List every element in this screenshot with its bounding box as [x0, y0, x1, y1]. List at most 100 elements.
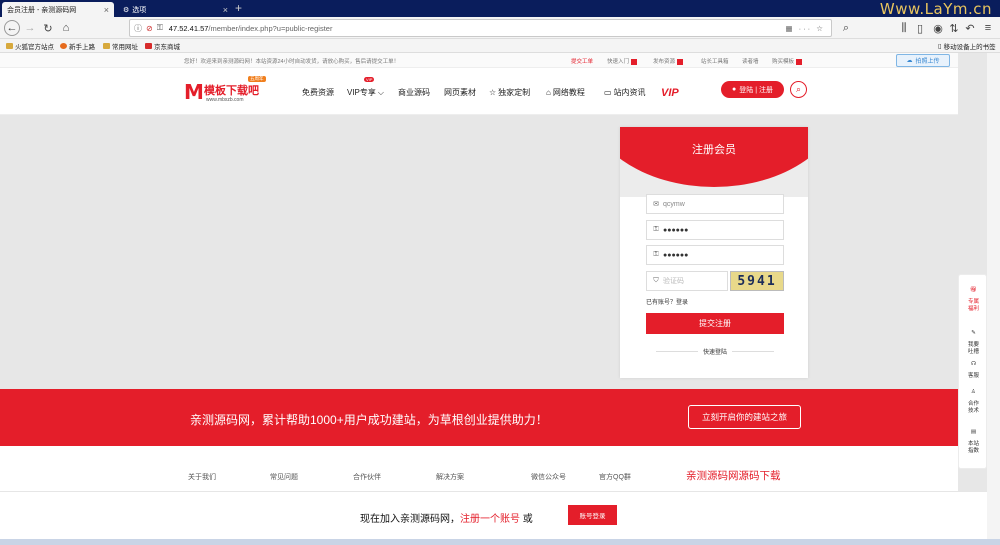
nav-free[interactable]: 免费资源 [302, 87, 334, 98]
start-building-button[interactable]: 立刻开启你的建站之旅 [688, 405, 801, 429]
browser-nav-bar: ← → ↻ ⌂ ⓘ ⊘ ⚿ 47.52.41.57 /member/index.… [0, 17, 1000, 39]
phone-icon: ▯ [938, 43, 942, 50]
bookmark-item[interactable]: 新手上路 [60, 41, 95, 51]
logo-text: 模板下载吧 [204, 85, 259, 97]
bookmark-item[interactable]: 常用网址 [103, 41, 138, 51]
footer-col[interactable]: 合作伙伴 [353, 472, 381, 482]
nav-commercial[interactable]: 商业源码 [398, 87, 430, 98]
footer-col[interactable]: 关于我们 [188, 472, 216, 482]
close-tab-icon[interactable]: × [223, 5, 228, 15]
top-link[interactable]: 发布资源 [653, 57, 684, 65]
page-actions-icon[interactable]: ▦ ··· ☆ [786, 24, 825, 33]
headset-icon: ☊ [971, 361, 976, 367]
footer-col[interactable]: 常见问题 [270, 472, 298, 482]
top-link[interactable]: 提交工单 [571, 57, 593, 65]
feedback-button[interactable]: ✎ 我要 吐槽 [959, 330, 988, 356]
home-icon[interactable]: ⌂ [58, 20, 74, 36]
info-icon[interactable]: ⓘ [134, 23, 142, 34]
star-icon: ☆ [489, 88, 497, 97]
register-card: 注册会员 ✉ qcymw ⚿ ●●●●●● ⚿ ●●●●●● ⛉ 验证码 5941 已有… [620, 127, 808, 378]
menu-icon[interactable]: ≡ [980, 20, 996, 36]
address-bar[interactable]: ⓘ ⊘ ⚿ 47.52.41.57 /member/index.php?u=pu… [129, 19, 832, 37]
forward-button[interactable]: → [22, 20, 38, 36]
main-area [0, 115, 958, 389]
extension-icon[interactable]: ⇅ [946, 20, 962, 36]
top-notice: 您好！欢迎来到亲测源码网！本站资源24小时自动发货，请放心购买，售后请提交工单！ [184, 59, 400, 65]
insecure-lock-icon[interactable]: ⊘ [146, 24, 153, 33]
permissions-icon[interactable]: ⚿ [157, 23, 163, 33]
user-icon: ● [732, 86, 737, 93]
footer-col[interactable]: 官方QQ群 [599, 472, 631, 482]
top-link[interactable]: 购买模板 [772, 57, 803, 65]
nav-custom[interactable]: ☆ 独家定制 [489, 87, 530, 98]
logo-badge: 五周年 [248, 76, 266, 82]
join-bar: 现在加入亲测源码网，注册一个账号 或 账号登录 [0, 491, 1000, 539]
gift-icon: 🎁︎ [970, 287, 977, 293]
url-host: 47.52.41.57 [168, 23, 209, 33]
footer-col[interactable]: 解决方案 [436, 472, 464, 482]
nav-materials[interactable]: 网页素材 [444, 87, 476, 98]
close-tab-icon[interactable]: × [104, 5, 109, 15]
account-login-button[interactable]: 账号登录 [568, 505, 617, 525]
nav-tutorial[interactable]: ⌂ 网络教程 [546, 87, 585, 98]
back-button[interactable]: ← [4, 20, 20, 36]
sidebar-icon[interactable]: ▯ [912, 20, 928, 36]
jd-icon [145, 43, 152, 49]
captcha-field[interactable]: ⛉ 验证码 [646, 271, 728, 291]
site-logo[interactable]: M 模板下载吧 www.mbxzb.com 五周年 [184, 76, 274, 106]
undo-icon[interactable]: ↶ [962, 20, 978, 36]
submit-register-button[interactable]: 提交注册 [646, 313, 784, 334]
mobile-bookmarks[interactable]: ▯ 移动设备上的书签 [938, 41, 996, 51]
register-card-header: 注册会员 [620, 127, 808, 197]
site-top-bar: 您好！欢迎来到亲测源码网！本站资源24小时自动发货，请放心购买，售后请提交工单！… [0, 53, 958, 68]
cloud-icon: ☁ [906, 58, 913, 64]
reload-icon[interactable]: ↻ [40, 20, 56, 36]
username-field[interactable]: ✉ qcymw [646, 194, 784, 214]
url-path: /member/index.php?u=public-register [208, 23, 333, 33]
right-gutter [987, 53, 1000, 539]
captcha-image[interactable]: 5941 [730, 271, 784, 291]
top-link[interactable]: 读者墙 [742, 57, 759, 65]
confirm-password-field[interactable]: ⚿ ●●●●●● [646, 245, 784, 265]
floating-toolbar: 🎁︎ 专属 福利 ✎ 我要 吐槽 ☊ 客服 ♙ 合作 技术 ▤ 本站 指数 [958, 274, 987, 469]
search-icon[interactable]: ⌕ [838, 20, 854, 36]
password-field[interactable]: ⚿ ●●●●●● [646, 220, 784, 240]
tab-options[interactable]: ⚙ 选项 × [118, 2, 233, 17]
badge-icon [677, 58, 684, 65]
site-search-button[interactable]: ⌕ [790, 81, 807, 98]
library-icon[interactable]: ⫼ [896, 20, 912, 36]
upload-button[interactable]: ☁ 拍照上传 [896, 54, 950, 67]
bookmark-item[interactable]: 京东商城 [145, 41, 180, 51]
badge-icon [631, 58, 638, 65]
index-button[interactable]: ▤ 本站 指数 [959, 429, 988, 455]
site-header: M 模板下载吧 www.mbxzb.com 五周年 免费资源 VIP专享 ⌵ VI… [0, 68, 958, 115]
lock-icon: ⚿ [653, 226, 659, 233]
watermark: Www.LaYm.cn [879, 0, 992, 18]
top-link[interactable]: 快速入门 [607, 57, 638, 65]
footer: 关于我们 常见问题 合作伙伴 解决方案 微信公众号 官方QQ群 亲测源码网源码下… [0, 446, 958, 491]
login-link[interactable]: 已有账号？登录 [646, 297, 688, 306]
account-icon[interactable]: ◉ [930, 20, 946, 36]
nav-news[interactable]: ▭ 站内资讯 [604, 87, 646, 98]
chevron-down-icon: ⌵ [377, 87, 384, 97]
promo-banner: 亲测源码网，累计帮助1000+用户成功建站，为草根创业提供助力！ 立刻开启你的建… [0, 389, 958, 446]
login-register-button[interactable]: ● 登陆 | 注册 [721, 81, 784, 98]
footer-col[interactable]: 微信公众号 [531, 472, 566, 482]
tab-register[interactable]: 会员注册 - 亲测源码网 × [2, 2, 114, 17]
logo-m-icon: M [184, 80, 204, 104]
nav-vip[interactable]: VIP专享 ⌵ [347, 87, 384, 98]
banner-text: 亲测源码网，累计帮助1000+用户成功建站，为草根创业提供助力！ [190, 413, 548, 427]
tab-label: 会员注册 - 亲测源码网 [7, 6, 77, 14]
mail-icon: ✉ [653, 201, 659, 208]
new-tab-button[interactable]: + [235, 1, 242, 15]
tab-label: 选项 [132, 6, 147, 14]
support-button[interactable]: ☊ 客服 [959, 361, 988, 380]
logo-sub: www.mbxzb.com [206, 97, 244, 103]
welfare-button[interactable]: 🎁︎ 专属 福利 [959, 287, 988, 313]
vip-logo-icon[interactable]: VIP [661, 87, 679, 99]
cooperation-button[interactable]: ♙ 合作 技术 [959, 389, 988, 415]
quick-login-label: 快速登陆 [646, 347, 784, 356]
top-link[interactable]: 站长工具箱 [701, 57, 729, 65]
bookmark-item[interactable]: 火狐官方站点 [6, 41, 54, 51]
browser-tab-bar: 会员注册 - 亲测源码网 × ⚙ 选项 × + Www.LaYm.cn [0, 0, 1000, 18]
